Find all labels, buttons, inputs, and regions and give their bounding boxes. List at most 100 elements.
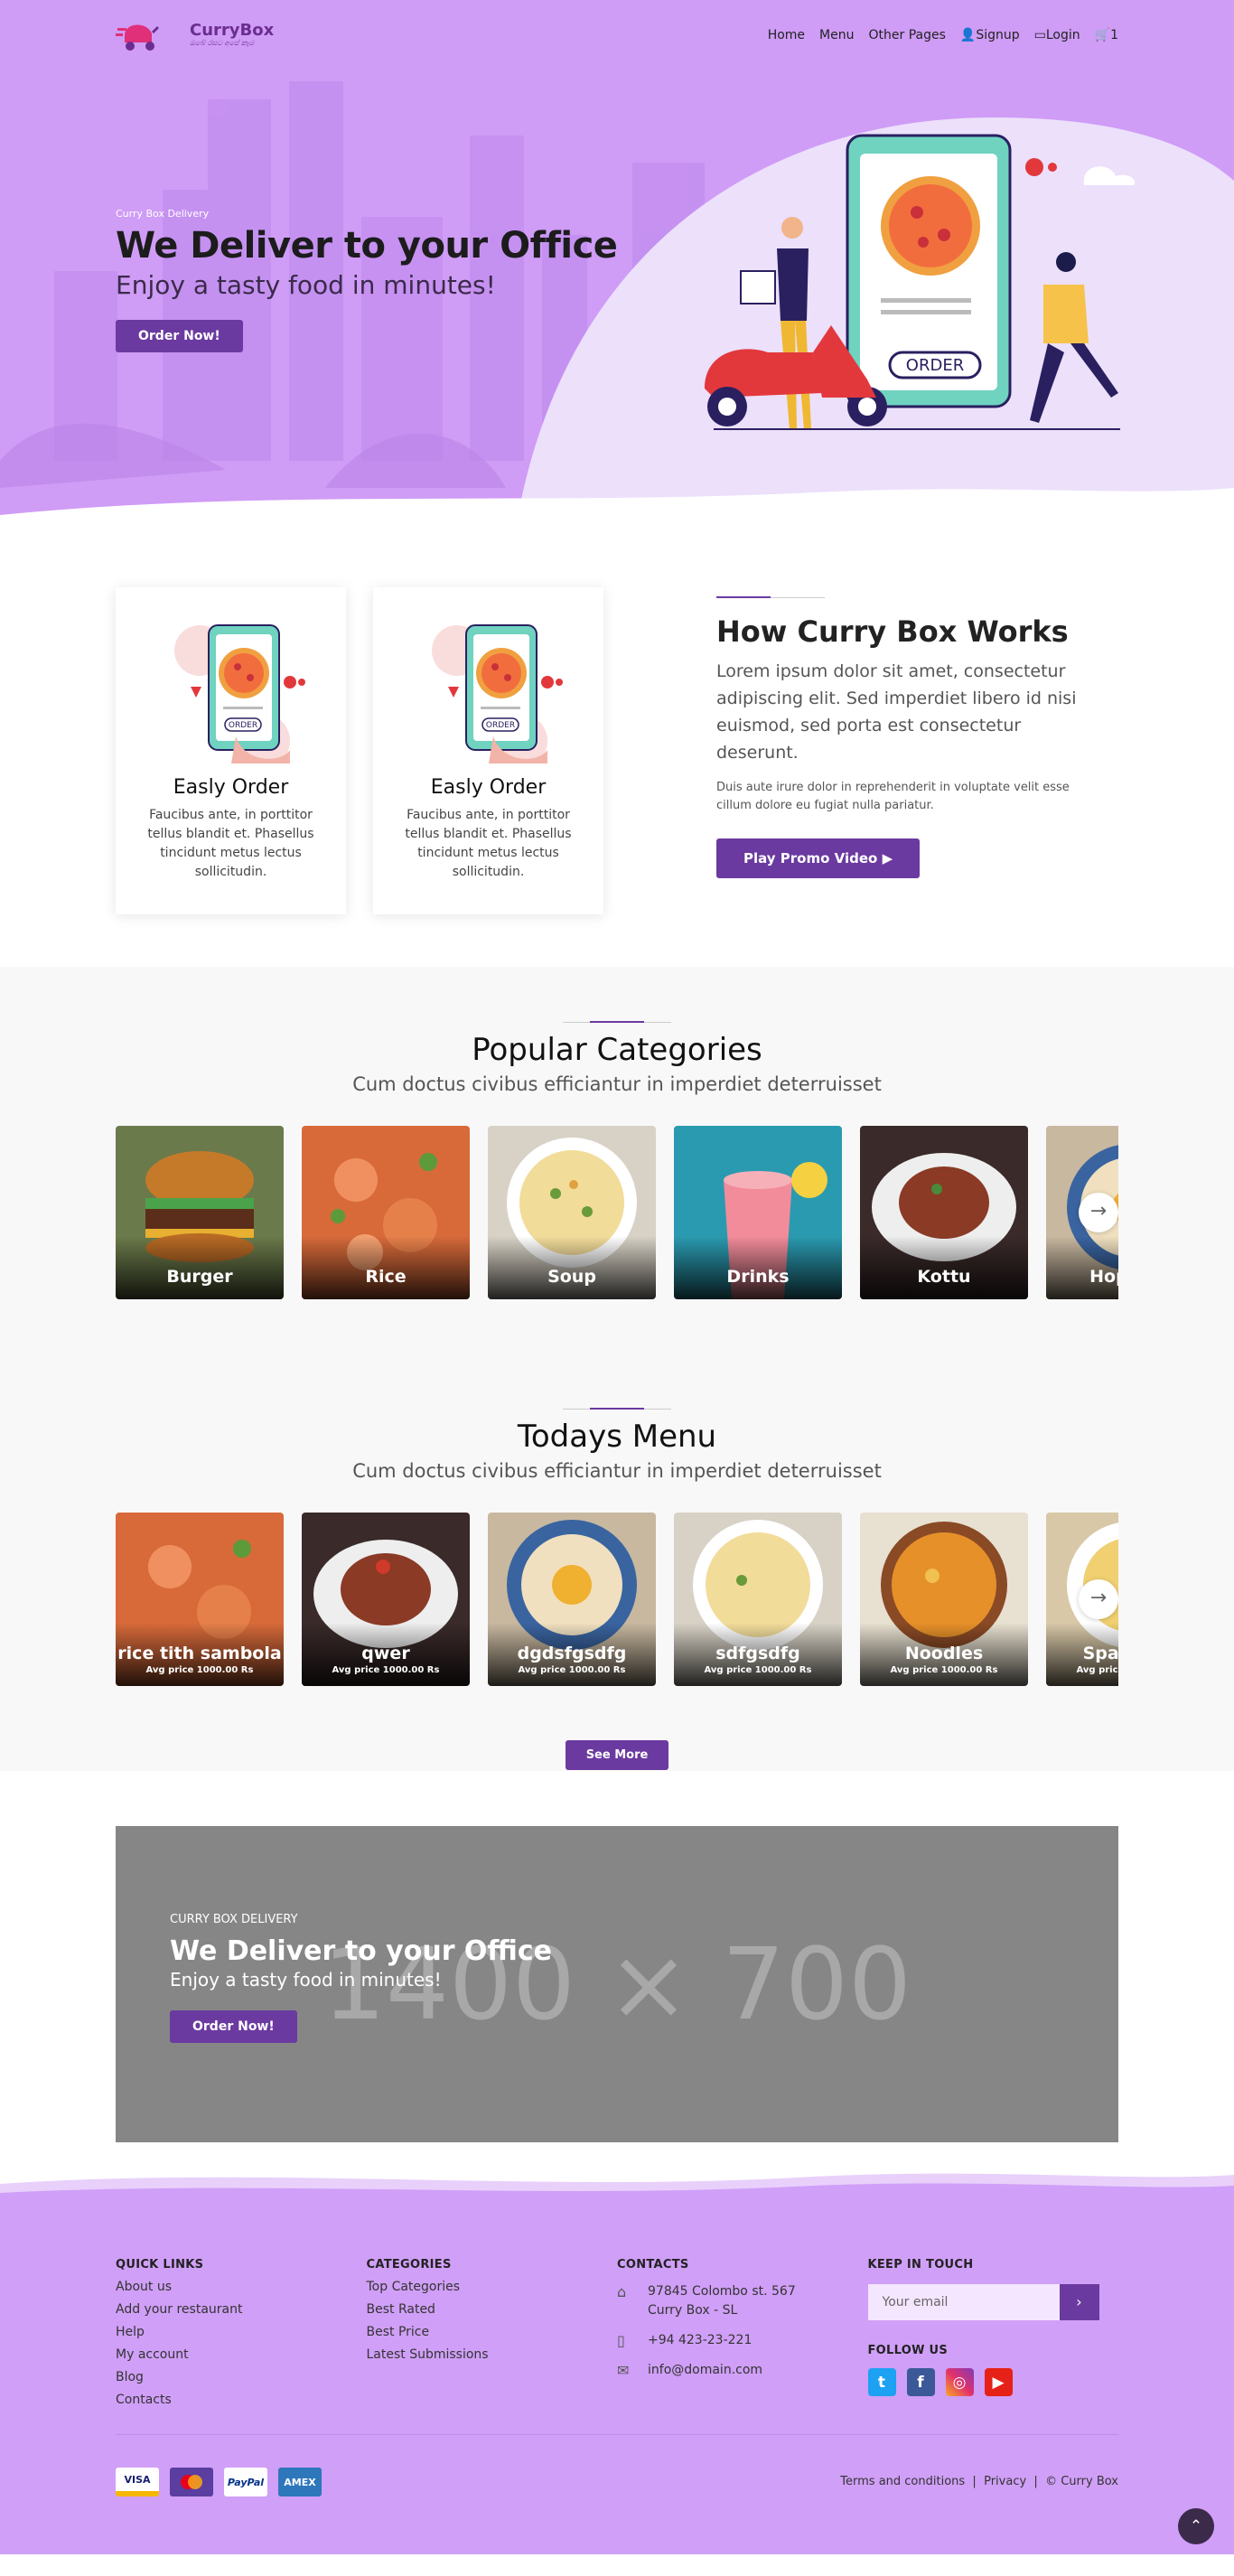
nav-home[interactable]: Home (768, 28, 805, 42)
category-tile-drinks[interactable]: Drinks (674, 1126, 842, 1299)
privacy-link[interactable]: Privacy (984, 2475, 1026, 2488)
nav-signup[interactable]: 👤Signup (960, 28, 1020, 42)
address-line-1: 97845 Colombo st. 567 (648, 2284, 796, 2299)
category-label: Kottu (917, 1267, 971, 1287)
facebook-icon[interactable]: f (906, 2368, 935, 2396)
category-label: Rice (365, 1267, 407, 1287)
site-footer: QUICK LINKS About us Add your restaurant… (0, 2173, 1234, 2554)
carousel-next-button[interactable]: → (1079, 1579, 1118, 1619)
brand-logo[interactable]: CurryBox ඔබේ රසට අපේ කෑම (116, 15, 274, 55)
menu-item-tile[interactable]: Noodles Avg price 1000.00 Rs (860, 1513, 1028, 1686)
newsletter-submit-button[interactable]: › (1059, 2284, 1099, 2320)
footer-quick-links: QUICK LINKS About us Add your restaurant… (116, 2258, 367, 2407)
paypal-icon: PayPal (224, 2468, 267, 2496)
menu-item-tile[interactable]: rice tith sambola Avg price 1000.00 Rs (116, 1513, 284, 1686)
categories-subtitle: Cum doctus civibus efficiantur in imperd… (352, 1073, 882, 1095)
footer-link-top-categories[interactable]: Top Categories (367, 2280, 618, 2294)
footer-link-help[interactable]: Help (116, 2325, 367, 2339)
menu-item-name: rice tith sambola (117, 1644, 282, 1663)
order-now-button[interactable]: Order Now! (116, 320, 243, 352)
phone-order-illustration: ORDER (173, 624, 305, 768)
top-navbar: CurryBox ඔබේ රසට අපේ කෑම Home Menu Other… (116, 13, 1118, 58)
nav-menu[interactable]: Menu (819, 28, 854, 42)
footer-heading: CONTACTS (617, 2258, 689, 2272)
menu-subtitle: Cum doctus civibus efficiantur in imperd… (352, 1460, 882, 1482)
footer-link-add-restaurant[interactable]: Add your restaurant (116, 2302, 367, 2317)
youtube-icon[interactable]: ▶ (984, 2368, 1013, 2396)
nav-signup-label: Signup (976, 28, 1020, 42)
footer-top-wave (0, 2173, 1234, 2202)
instagram-icon[interactable]: ◎ (945, 2368, 974, 2396)
footer-link-about[interactable]: About us (116, 2280, 367, 2294)
feature-card-text: Faucibus ante, in porttitor tellus bland… (147, 808, 314, 879)
category-label: Drinks (726, 1267, 790, 1287)
how-it-works-copy: How Curry Box Works Lorem ipsum dolor si… (716, 596, 1096, 878)
footer-heading: CATEGORIES (366, 2258, 452, 2272)
how-it-works-section: ORDER Easly Order Faucibus ante, in port… (116, 533, 1118, 967)
footer-link-blog[interactable]: Blog (116, 2370, 367, 2384)
email-address: info@domain.com (648, 2363, 763, 2377)
title-divider (0, 1408, 1234, 1410)
menu-carousel: rice tith sambola Avg price 1000.00 Rs qw… (116, 1513, 1118, 1686)
footer-columns: QUICK LINKS About us Add your restaurant… (116, 2258, 1118, 2407)
newsletter-email-input[interactable]: Your email (867, 2284, 1060, 2320)
banner-eyebrow: CURRY BOX DELIVERY (170, 1913, 298, 1926)
back-to-top-button[interactable]: ⌃ (1178, 2508, 1214, 2544)
nav-login-label: Login (1045, 28, 1080, 42)
home-icon: ⌂ (617, 2283, 627, 2300)
menu-item-caption: Noodles Avg price 1000.00 Rs (860, 1644, 1028, 1676)
terms-link[interactable]: Terms and conditions (840, 2475, 965, 2488)
footer-link-account[interactable]: My account (116, 2347, 367, 2362)
nav-other-pages[interactable]: Other Pages (869, 28, 946, 42)
category-tile-burger[interactable]: Burger (116, 1126, 284, 1299)
cart-count: 1 (1110, 28, 1118, 42)
login-icon: ▭ (1033, 28, 1046, 42)
banner-wrapper: 1400 × 700 CURRY BOX DELIVERY We Deliver… (0, 1771, 1234, 2142)
play-promo-video-button[interactable]: Play Promo Video ▶ (716, 838, 921, 878)
how-title: How Curry Box Works (716, 614, 1069, 649)
illustration-order-label: ORDER (228, 721, 257, 730)
nav-cart[interactable]: 🛒1 (1095, 28, 1118, 42)
newsletter-form: Your email › (867, 2284, 1119, 2320)
footer-link-best-price[interactable]: Best Price (367, 2325, 618, 2339)
menu-item-tile[interactable]: sdfgsdfg Avg price 1000.00 Rs (674, 1513, 842, 1686)
menu-item-tile[interactable]: dgdsfgsdfg Avg price 1000.00 Rs (488, 1513, 656, 1686)
arrow-right-icon: → (1089, 1200, 1108, 1222)
category-tile-soup[interactable]: Soup (488, 1126, 656, 1299)
cart-icon: 🛒 (1094, 28, 1111, 42)
feature-card-title: Easly Order (173, 776, 289, 799)
footer-link-contacts[interactable]: Contacts (116, 2393, 367, 2407)
categories-header: Popular Categories Cum doctus civibus ef… (0, 967, 1234, 1095)
contact-phone[interactable]: ▯ +94 423-23-221 (617, 2331, 868, 2350)
menu-item-price: Avg price 1000.00 Rs (332, 1665, 440, 1675)
menu-item-name: sdfgsdfg (715, 1644, 800, 1663)
menu-item-price: Avg price 1000.00 Rs (1076, 1665, 1118, 1675)
footer-heading: KEEP IN TOUCH (867, 2258, 974, 2272)
menu-title: Todays Menu (517, 1419, 717, 1455)
feature-card: ORDER Easly Order Faucibus ante, in port… (373, 587, 603, 914)
banner-order-now-button[interactable]: Order Now! (170, 2010, 297, 2043)
visa-icon: VISA (116, 2468, 159, 2496)
contact-email[interactable]: ✉ info@domain.com (617, 2361, 868, 2380)
category-tile-kottu[interactable]: Kottu (860, 1126, 1028, 1299)
mastercard-icon (170, 2468, 213, 2496)
carousel-next-button[interactable]: → (1079, 1193, 1118, 1232)
main-menu: Home Menu Other Pages 👤Signup ▭Login 🛒1 (768, 28, 1118, 42)
payment-methods: VISA PayPal AMEX (116, 2468, 322, 2496)
nav-login[interactable]: ▭Login (1034, 28, 1080, 42)
category-label: Hoppers (1089, 1267, 1118, 1287)
contact-address: ⌂ 97845 Colombo st. 567 Curry Box - SL (617, 2282, 868, 2320)
footer-link-latest[interactable]: Latest Submissions (367, 2347, 618, 2362)
twitter-icon[interactable]: t (867, 2368, 896, 2396)
menu-header: Todays Menu Cum doctus civibus efficiant… (0, 1299, 1234, 1482)
see-more-button[interactable]: See More (566, 1740, 668, 1770)
category-tile-rice[interactable]: Rice (302, 1126, 470, 1299)
brand-tagline: ඔබේ රසට අපේ කෑම (190, 39, 255, 47)
illustration-order-label: ORDER (485, 721, 514, 730)
footer-link-best-rated[interactable]: Best Rated (367, 2302, 618, 2317)
phone-icon: ▯ (617, 2332, 625, 2349)
menu-item-caption: sdfgsdfg Avg price 1000.00 Rs (674, 1644, 842, 1676)
banner-copy: CURRY BOX DELIVERY We Deliver to your Of… (170, 1913, 552, 2043)
hero-title: We Deliver to your Office (116, 225, 618, 267)
menu-item-tile[interactable]: qwer Avg price 1000.00 Rs (302, 1513, 470, 1686)
